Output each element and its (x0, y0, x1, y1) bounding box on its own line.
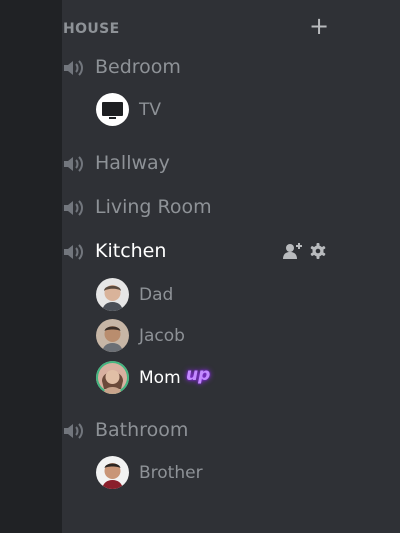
channel-label: Living Room (95, 196, 212, 218)
member-name: Jacob (139, 326, 185, 346)
dad-avatar (96, 278, 129, 311)
server-rail (0, 0, 62, 533)
speaker-icon (64, 423, 83, 439)
add-member-icon[interactable] (282, 242, 304, 260)
channel-kitchen[interactable]: Kitchen (62, 238, 337, 266)
channel-hallway[interactable]: Hallway (62, 150, 337, 178)
speaker-icon (64, 60, 83, 76)
speaker-icon (64, 244, 83, 260)
member-brother[interactable]: Brother (96, 456, 336, 490)
gear-icon[interactable] (309, 242, 327, 260)
mom-avatar (96, 361, 129, 394)
channel-label: Hallway (95, 152, 170, 174)
channel-living-room[interactable]: Living Room (62, 194, 337, 222)
category-house[interactable]: HOUSE + (62, 14, 337, 40)
member-name: Brother (139, 463, 203, 483)
channel-label: Bedroom (95, 56, 181, 78)
channel-bedroom[interactable]: Bedroom (62, 54, 337, 82)
speaker-icon (64, 200, 83, 216)
speaker-icon (64, 156, 83, 172)
tv-icon (96, 93, 129, 126)
brother-avatar (96, 456, 129, 489)
channel-label: Bathroom (95, 419, 189, 441)
member-name: Dad (139, 285, 174, 305)
speaking-badge: up (186, 365, 211, 385)
member-name: TV (139, 100, 162, 120)
member-tv[interactable]: TV (96, 93, 336, 127)
channel-bathroom[interactable]: Bathroom (62, 417, 337, 445)
member-jacob[interactable]: Jacob (96, 319, 336, 353)
plus-icon[interactable]: + (309, 14, 329, 38)
jacob-avatar (96, 319, 129, 352)
category-label: HOUSE (63, 21, 120, 37)
channel-label: Kitchen (95, 240, 167, 262)
member-name: Mom (139, 368, 181, 388)
member-mom[interactable]: Mom up (96, 361, 336, 395)
member-dad[interactable]: Dad (96, 278, 336, 312)
